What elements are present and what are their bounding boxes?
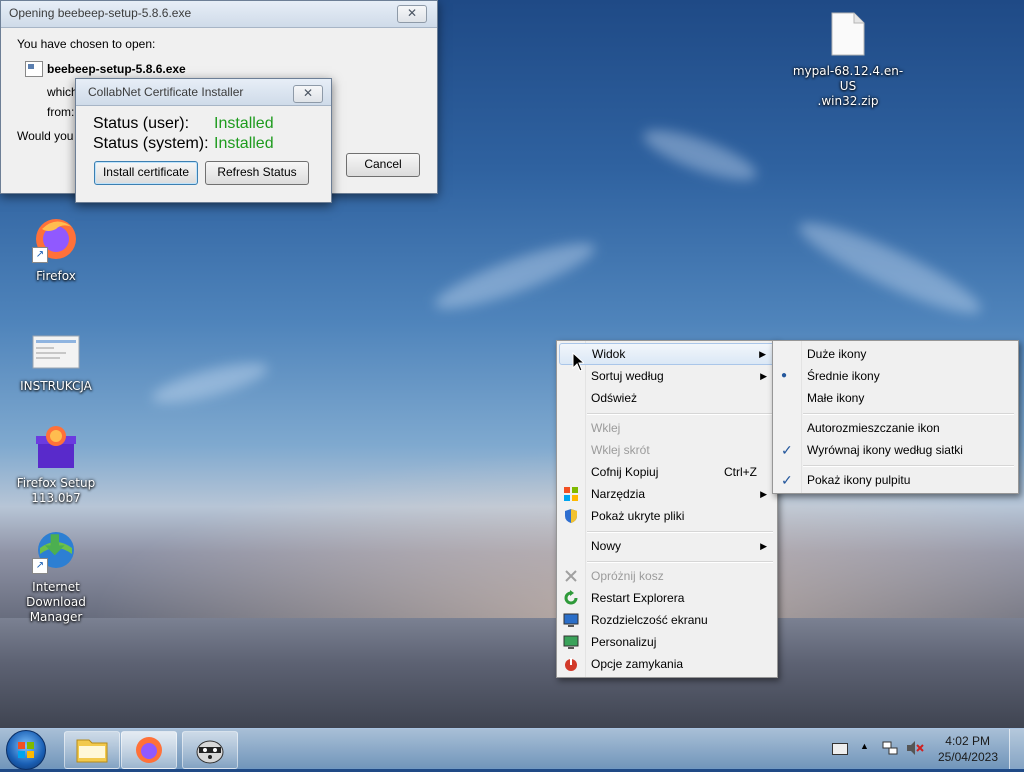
desktop-icon-label: INSTRUKCJA <box>20 379 92 393</box>
firefox-icon: ↗ <box>32 215 80 263</box>
submenu-arrow-icon: ▶ <box>760 541 767 551</box>
download-dialog-titlebar[interactable]: Opening beebeep-setup-5.8.6.exe ✕ <box>1 1 437 28</box>
menu-item-widok[interactable]: Widok ▶ <box>559 343 775 365</box>
checkmark-icon: ✓ <box>781 472 793 488</box>
download-dialog-from-text: from: <box>47 105 75 119</box>
close-icon: ✕ <box>302 86 314 100</box>
submenu-arrow-icon: ▶ <box>759 349 766 359</box>
desktop-context-menu: Widok ▶ Sortuj według ▶ Odśwież Wklej Wk… <box>556 340 778 678</box>
download-dialog-cancel-button[interactable]: Cancel <box>346 153 420 177</box>
submenu-item-srednie-ikony[interactable]: ● Średnie ikony <box>775 365 1016 387</box>
download-dialog-filename: beebeep-setup-5.8.6.exe <box>47 62 186 76</box>
download-dialog-title: Opening beebeep-setup-5.8.6.exe <box>9 6 192 20</box>
document-icon <box>32 333 80 381</box>
menu-item-opcje-zamykania[interactable]: Opcje zamykania <box>559 653 775 675</box>
status-system-value: Installed <box>214 135 274 152</box>
submenu-arrow-icon: ▶ <box>760 371 767 381</box>
submenu-item-pokaz-ikony[interactable]: ✓ Pokaż ikony pulpitu <box>775 469 1016 491</box>
power-icon <box>563 656 579 672</box>
restart-icon <box>563 590 579 606</box>
status-user-label: Status (user): <box>93 115 190 132</box>
windows-logo-icon <box>563 486 579 502</box>
exe-file-icon <box>25 61 43 77</box>
desktop-icon-instrukcja[interactable]: INSTRUKCJA <box>6 333 106 394</box>
certificate-dialog-titlebar[interactable]: CollabNet Certificate Installer ✕ <box>76 79 331 106</box>
menu-item-pokaz-ukryte[interactable]: Pokaż ukryte pliki <box>559 505 775 527</box>
desktop-icon-label-line2: .win32.zip <box>817 94 879 108</box>
menu-item-odswiez[interactable]: Odśwież <box>559 387 775 409</box>
close-icon: ✕ <box>406 6 418 20</box>
download-dialog-which-text: which <box>47 85 78 99</box>
shortcut-arrow-icon: ↗ <box>32 558 48 574</box>
mouse-cursor-icon <box>572 351 586 375</box>
submenu-item-autorozmieszczanie[interactable]: Autorozmieszczanie ikon <box>775 417 1016 439</box>
submenu-item-wyrownaj[interactable]: ✓ Wyrównaj ikony według siatki <box>775 439 1016 461</box>
download-dialog-close-button[interactable]: ✕ <box>397 5 427 23</box>
menu-item-cofnij-kopiuj[interactable]: Cofnij Kopiuj Ctrl+Z <box>559 461 775 483</box>
certificate-dialog: CollabNet Certificate Installer ✕ Status… <box>75 78 332 203</box>
desktop-icon-label-line2: 113.0b7 <box>31 491 81 505</box>
install-certificate-button[interactable]: Install certificate <box>94 161 198 185</box>
file-icon <box>824 10 872 58</box>
taskbar-firefox-button[interactable] <box>121 731 177 769</box>
menu-item-wklej: Wklej <box>591 421 621 435</box>
internet-download-manager-icon: ↗ <box>32 526 80 574</box>
show-desktop-button[interactable] <box>1009 729 1024 769</box>
folder-icon <box>76 739 108 763</box>
taskbar-explorer-button[interactable] <box>64 731 120 769</box>
windows-logo-icon <box>18 742 34 758</box>
start-button[interactable] <box>6 730 46 770</box>
menu-shortcut: Ctrl+Z <box>724 465 757 479</box>
certificate-dialog-title: CollabNet Certificate Installer <box>88 85 244 99</box>
firefox-icon <box>136 737 162 763</box>
refresh-status-button[interactable]: Refresh Status <box>205 161 309 185</box>
taskbar-app-button[interactable] <box>182 731 238 769</box>
menu-item-rozdzielczosc[interactable]: Rozdzielczość ekranu <box>559 609 775 631</box>
system-tray: ▲ 4:02 PM 25/04/2023 <box>826 729 1024 769</box>
download-dialog-would-text: Would you <box>17 129 74 143</box>
shield-icon <box>563 508 579 524</box>
desktop-icon-firefox[interactable]: ↗ Firefox <box>6 215 106 284</box>
clock-time[interactable]: 4:02 PM <box>945 734 990 748</box>
menu-item-sortuj[interactable]: Sortuj według ▶ <box>559 365 775 387</box>
volume-muted-icon[interactable] <box>906 740 924 756</box>
recycle-bin-icon <box>563 568 579 584</box>
radio-bullet-icon: ● <box>781 370 788 381</box>
shortcut-arrow-icon: ↗ <box>32 247 48 263</box>
menu-item-oproznij-kosz: Opróżnij kosz <box>559 565 775 587</box>
status-system-label: Status (system): <box>93 135 209 152</box>
menu-item-personalizuj[interactable]: Personalizuj <box>559 631 775 653</box>
menu-item-restart-explorera[interactable]: Restart Explorera <box>559 587 775 609</box>
keyboard-icon[interactable] <box>832 743 848 755</box>
menu-item-narzedzia[interactable]: Narzędzia ▶ <box>559 483 775 505</box>
personalize-icon <box>563 634 579 650</box>
taskbar: ▲ 4:02 PM 25/04/2023 <box>0 728 1024 770</box>
tray-expand-icon[interactable]: ▲ <box>860 741 869 751</box>
monitor-icon <box>563 612 579 628</box>
view-submenu: Duże ikony ● Średnie ikony Małe ikony Au… <box>772 340 1019 494</box>
desktop-icon-idm[interactable]: ↗ Internet Download Manager <box>6 526 106 625</box>
raccoon-icon <box>196 740 224 764</box>
checkmark-icon: ✓ <box>781 442 793 458</box>
menu-item-wklej-skrot: Wklej skrót <box>591 443 650 457</box>
desktop-icon-mypal-zip[interactable]: mypal-68.12.4.en-US .win32.zip <box>788 10 908 109</box>
clock-date[interactable]: 25/04/2023 <box>938 750 998 764</box>
desktop-icon-label-line1: Firefox Setup <box>16 476 96 490</box>
desktop-icon-label-line1: Internet Download <box>26 580 86 609</box>
submenu-item-duze-ikony[interactable]: Duże ikony <box>775 343 1016 365</box>
submenu-item-male-ikony[interactable]: Małe ikony <box>775 387 1016 409</box>
desktop-icon-label-line2: Manager <box>29 610 83 624</box>
desktop-icon-firefox-setup[interactable]: Firefox Setup 113.0b7 <box>6 422 106 506</box>
network-icon[interactable] <box>882 740 898 756</box>
download-dialog-chosen-text: You have chosen to open: <box>17 37 156 51</box>
desktop-icon-label: Firefox <box>36 269 76 283</box>
desktop-icon-label-line1: mypal-68.12.4.en-US <box>792 64 904 93</box>
status-user-value: Installed <box>214 115 274 132</box>
installer-box-icon <box>32 422 80 470</box>
certificate-dialog-close-button[interactable]: ✕ <box>293 85 323 103</box>
menu-item-nowy[interactable]: Nowy ▶ <box>559 535 775 557</box>
submenu-arrow-icon: ▶ <box>760 489 767 499</box>
